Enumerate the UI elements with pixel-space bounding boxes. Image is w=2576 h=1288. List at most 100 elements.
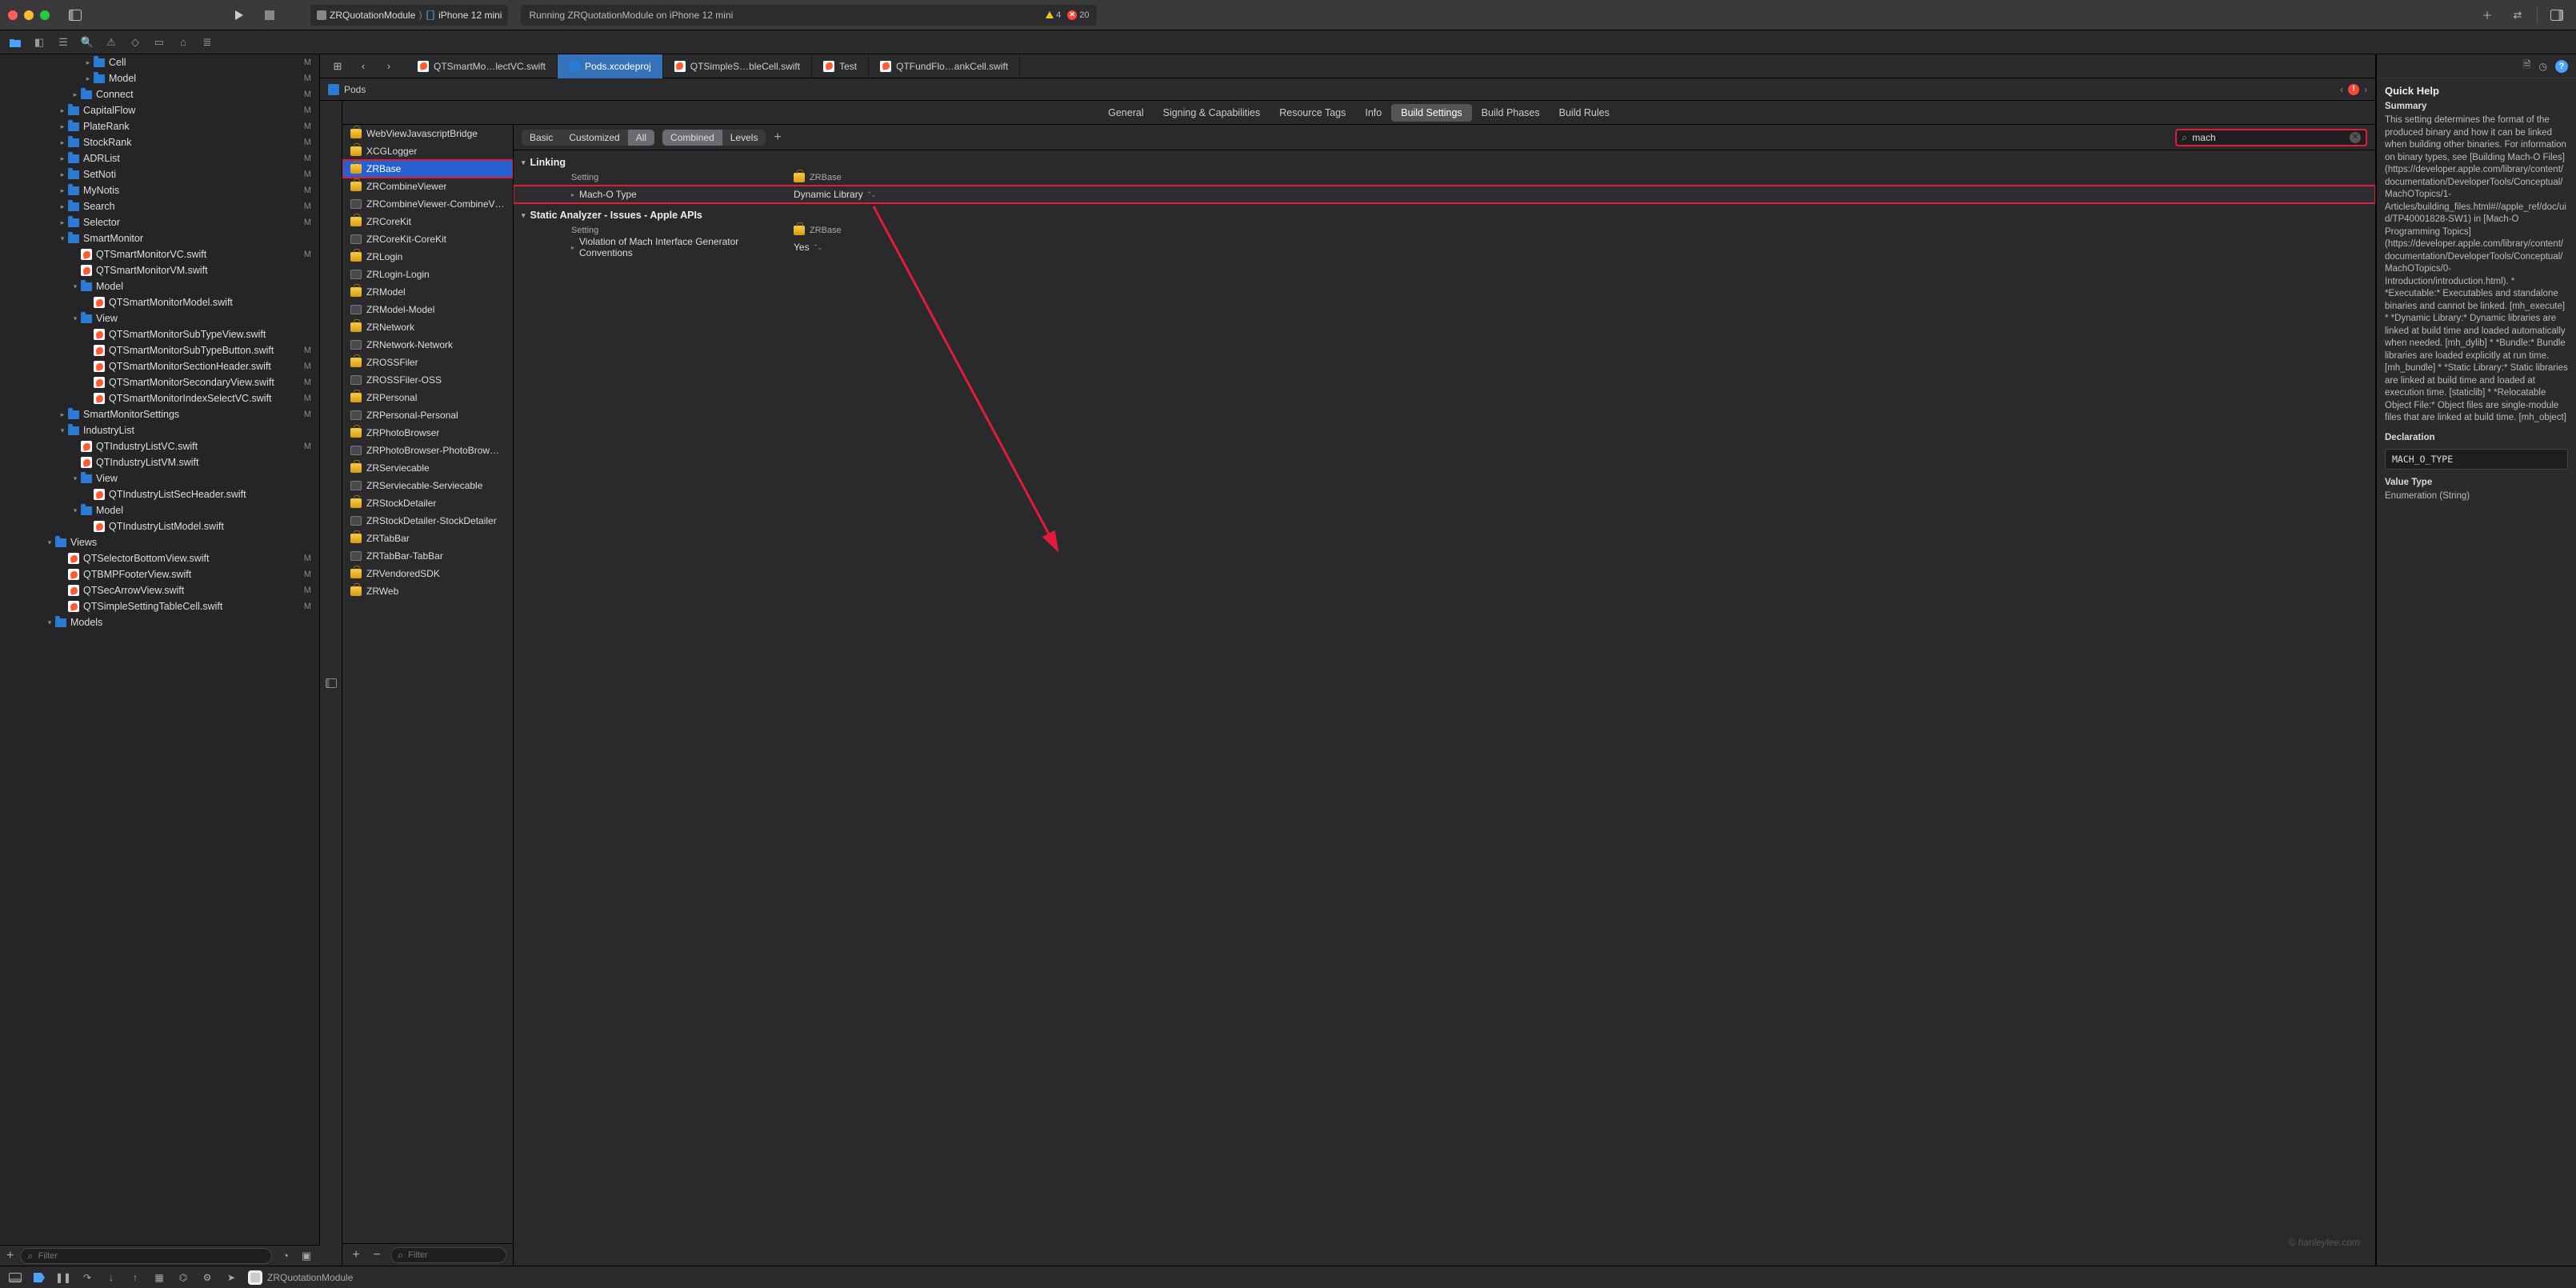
test-navigator-icon[interactable]: ◇ — [126, 34, 144, 51]
scm-status-filter-icon[interactable]: ▣ — [299, 1250, 314, 1262]
target-row[interactable]: ZRLogin-Login — [342, 266, 513, 283]
segment-option[interactable]: All — [628, 130, 654, 146]
target-row[interactable]: ZROSSFiler — [342, 354, 513, 371]
target-row[interactable]: ZRModel — [342, 283, 513, 301]
editor-tab[interactable]: QTSimpleS…bleCell.swift — [663, 54, 812, 78]
zoom-window-icon[interactable] — [40, 10, 50, 20]
file-row[interactable]: QTSelectorBottomView.swiftM — [0, 550, 319, 566]
editor-tab[interactable]: Pods.xcodeproj — [558, 54, 663, 78]
add-tab-icon[interactable]: ＋ — [2476, 4, 2498, 26]
folder-row[interactable]: ▸PlateRankM — [0, 118, 319, 134]
setting-value[interactable]: Dynamic Library — [794, 189, 863, 200]
target-row[interactable]: ZRBase — [342, 160, 513, 178]
targets-filter[interactable]: ⌕ — [390, 1247, 506, 1263]
file-row[interactable]: QTSimpleSettingTableCell.swiftM — [0, 598, 319, 614]
target-row[interactable]: ZRModel-Model — [342, 301, 513, 318]
folder-row[interactable]: ▸CapitalFlowM — [0, 102, 319, 118]
recent-files-icon[interactable]: ◔ — [278, 1250, 293, 1262]
disclosure-triangle-icon[interactable]: ▾ — [58, 426, 67, 435]
related-items-icon[interactable]: ⊞ — [326, 55, 349, 78]
library-icon[interactable] — [2546, 4, 2568, 26]
build-settings-search-input[interactable] — [2192, 132, 2345, 143]
disclosure-triangle-icon[interactable]: ▸ — [83, 74, 93, 83]
disclosure-triangle-icon[interactable]: ▸ — [58, 186, 67, 195]
navigator-filter-input[interactable] — [38, 1251, 265, 1261]
folder-row[interactable]: ▾Models — [0, 614, 319, 630]
file-inspector-icon[interactable]: 🗎 — [2523, 58, 2531, 74]
setting-value[interactable]: Yes — [794, 242, 810, 253]
disclosure-triangle-icon[interactable]: ▸ — [58, 170, 67, 179]
symbol-navigator-icon[interactable]: ☰ — [54, 34, 72, 51]
targets-filter-input[interactable] — [408, 1250, 499, 1260]
target-row[interactable]: ZRStockDetailer — [342, 494, 513, 512]
build-settings-list[interactable]: LinkingSettingZRBaseMach-O TypeDynamic L… — [514, 150, 2375, 1266]
go-back-icon[interactable]: ‹ — [352, 55, 374, 78]
project-tab[interactable]: Build Phases — [1472, 104, 1550, 122]
jump-prev-icon[interactable]: ‹ — [2340, 84, 2343, 95]
add-build-setting-icon[interactable]: + — [774, 130, 781, 145]
build-setting-row[interactable]: Violation of Mach Interface Generator Co… — [514, 238, 2375, 256]
pause-icon[interactable]: ❚❚ — [56, 1272, 70, 1283]
target-row[interactable]: XCGLogger — [342, 142, 513, 160]
go-forward-icon[interactable]: › — [378, 55, 400, 78]
activity-status[interactable]: Running ZRQuotationModule on iPhone 12 m… — [521, 5, 1097, 26]
folder-row[interactable]: ▾View — [0, 310, 319, 326]
folder-row[interactable]: ▾Model — [0, 278, 319, 294]
settings-section-header[interactable]: Static Analyzer - Issues - Apple APIs — [514, 203, 2375, 224]
target-row[interactable]: ZRPersonal — [342, 389, 513, 406]
file-row[interactable]: QTSecArrowView.swiftM — [0, 582, 319, 598]
project-tab[interactable]: General — [1098, 104, 1153, 122]
location-icon[interactable]: ➤ — [224, 1272, 238, 1283]
project-tab[interactable]: Build Rules — [1550, 104, 1619, 122]
target-row[interactable]: ZRNetwork-Network — [342, 336, 513, 354]
disclosure-triangle-icon[interactable]: ▸ — [58, 154, 67, 163]
environment-overrides-icon[interactable]: ⚙ — [200, 1272, 214, 1283]
project-tab[interactable]: Resource Tags — [1270, 104, 1355, 122]
target-row[interactable]: ZROSSFiler-OSS — [342, 371, 513, 389]
disclosure-triangle-icon[interactable]: ▸ — [58, 202, 67, 211]
project-tab[interactable]: Info — [1355, 104, 1391, 122]
segment-option[interactable]: Levels — [722, 130, 766, 146]
memory-graph-icon[interactable]: ⌬ — [176, 1272, 190, 1283]
breakpoints-icon[interactable] — [32, 1273, 46, 1282]
build-settings-search[interactable]: ⌕ ✕ — [2175, 129, 2367, 146]
file-row[interactable]: QTSmartMonitorVC.swiftM — [0, 246, 319, 262]
folder-row[interactable]: ▸ADRListM — [0, 150, 319, 166]
project-tab[interactable]: Signing & Capabilities — [1154, 104, 1270, 122]
add-file-button[interactable]: + — [6, 1249, 14, 1263]
warning-badge[interactable]: 4 — [1046, 10, 1061, 20]
toggle-targets-list-icon[interactable] — [320, 101, 342, 1266]
error-badge[interactable]: ✕ 20 — [1067, 10, 1089, 20]
target-row[interactable]: ZRWeb — [342, 582, 513, 600]
issue-navigator-icon[interactable]: ⚠ — [102, 34, 120, 51]
source-control-navigator-icon[interactable]: ◧ — [30, 34, 48, 51]
target-row[interactable]: ZRVendoredSDK — [342, 565, 513, 582]
file-row[interactable]: QTSmartMonitorSubTypeView.swift — [0, 326, 319, 342]
scheme-selector[interactable]: ZRQuotationModule ⟩ iPhone 12 mini — [310, 5, 508, 26]
target-row[interactable]: ZRServiecable — [342, 459, 513, 477]
targets-list[interactable]: WebViewJavascriptBridgeXCGLoggerZRBaseZR… — [342, 125, 513, 1243]
file-row[interactable]: QTSmartMonitorVM.swift — [0, 262, 319, 278]
step-into-icon[interactable]: ↓ — [104, 1272, 118, 1283]
report-navigator-icon[interactable]: ≣ — [198, 34, 216, 51]
disclosure-triangle-icon[interactable]: ▸ — [58, 218, 67, 227]
disclosure-triangle-icon[interactable]: ▸ — [58, 410, 67, 419]
folder-row[interactable]: ▸SelectorM — [0, 214, 319, 230]
disclosure-triangle-icon[interactable]: ▾ — [45, 538, 54, 547]
target-row[interactable]: ZRTabBar-TabBar — [342, 547, 513, 565]
debug-navigator-icon[interactable]: ▭ — [150, 34, 168, 51]
add-target-button[interactable]: + — [349, 1248, 363, 1262]
disclosure-triangle-icon[interactable]: ▾ — [45, 618, 54, 627]
debug-process[interactable]: ZRQuotationModule — [248, 1270, 353, 1285]
build-setting-row[interactable]: Mach-O TypeDynamic Library⌃⌄ — [514, 186, 2375, 203]
folder-row[interactable]: ▾IndustryList — [0, 422, 319, 438]
target-row[interactable]: ZRPhotoBrowser-PhotoBrow… — [342, 442, 513, 459]
folder-row[interactable]: ▾View — [0, 470, 319, 486]
file-row[interactable]: QTIndustryListModel.swift — [0, 518, 319, 534]
disclosure-triangle-icon[interactable]: ▾ — [70, 474, 80, 483]
folder-row[interactable]: ▸ConnectM — [0, 86, 319, 102]
step-out-icon[interactable]: ↑ — [128, 1272, 142, 1283]
jump-bar[interactable]: Pods ‹ ! › — [320, 78, 2375, 101]
file-row[interactable]: QTBMPFooterView.swiftM — [0, 566, 319, 582]
step-over-icon[interactable]: ↷ — [80, 1272, 94, 1283]
